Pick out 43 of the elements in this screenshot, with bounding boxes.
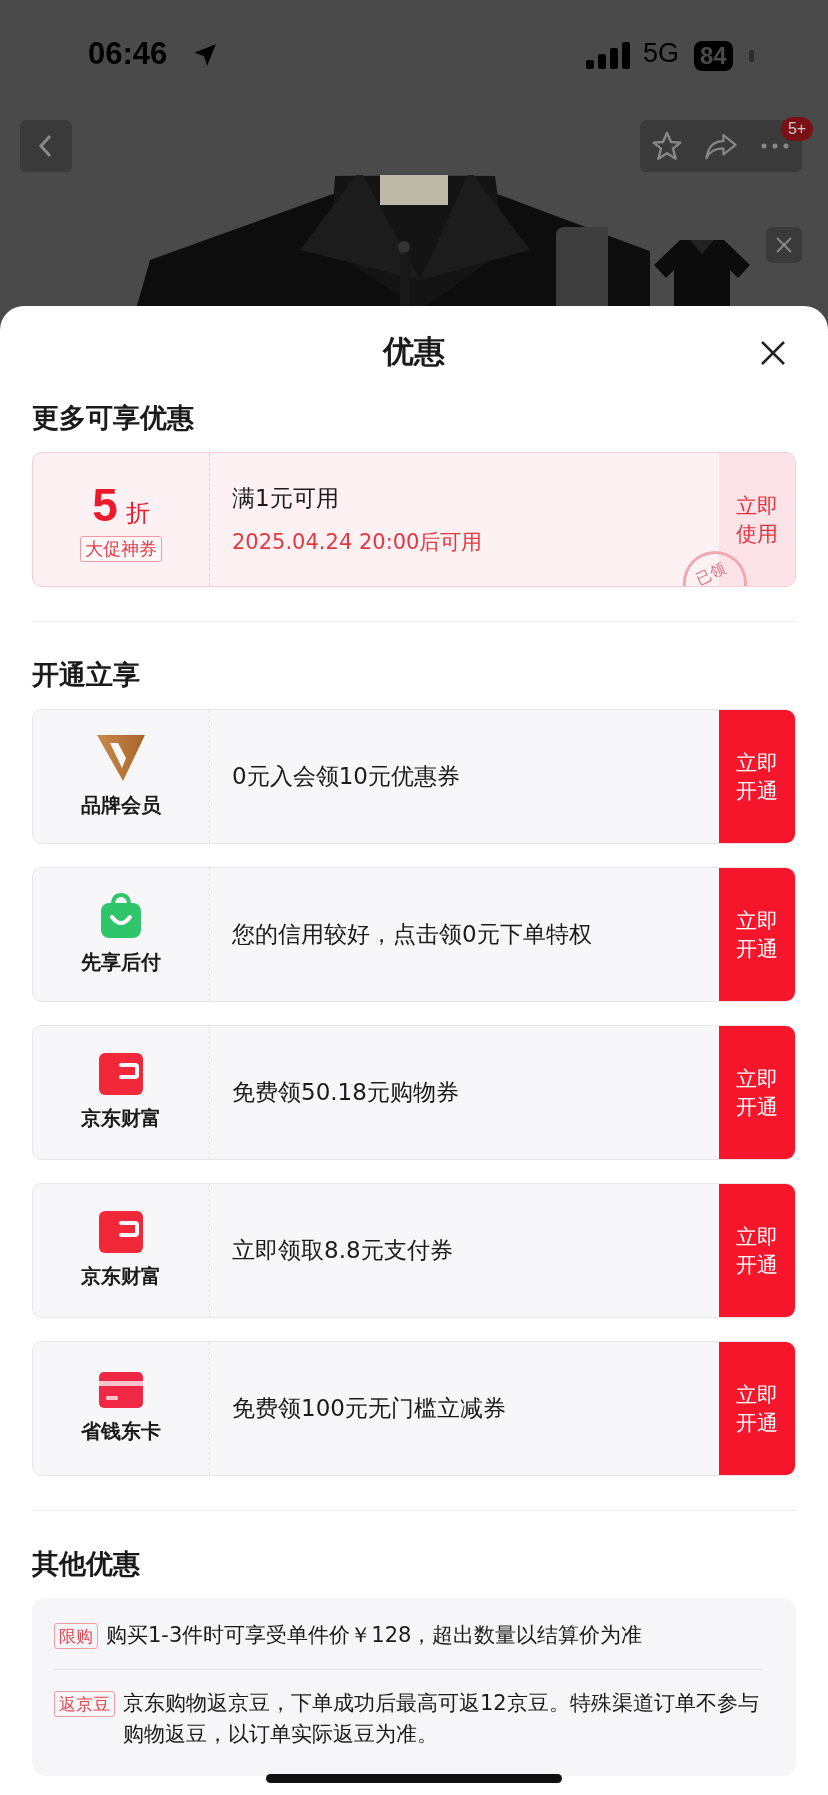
offer-tag: 限购 xyxy=(54,1623,98,1649)
benefit-description: 立即领取8.8元支付券 xyxy=(231,1236,454,1265)
offer-text: 购买1-3件时可享受单件价￥128，超出数量以结算价为准 xyxy=(106,1622,643,1649)
discount-value: 5 xyxy=(92,477,118,532)
coupon-condition: 满1元可用 xyxy=(232,484,340,513)
wallet-icon xyxy=(99,1211,143,1253)
benefit-description: 您的信用较好，点击领0元下单特权 xyxy=(231,920,593,949)
benefit-name: 品牌会员 xyxy=(81,792,161,819)
activate-button[interactable]: 立即开通 xyxy=(719,1184,795,1317)
benefit-name: 先享后付 xyxy=(81,949,161,976)
network-type: 5G xyxy=(643,38,680,69)
activate-button[interactable]: 立即开通 xyxy=(719,710,795,843)
section-title: 开通立享 xyxy=(32,658,141,692)
benefit-name: 京东财富 xyxy=(81,1263,161,1290)
signal-icon xyxy=(586,42,630,69)
offer-text: 京东购物返京豆，下单成功后最高可返12京豆。特殊渠道订单不参与购物返豆，以订单实际返豆为准。 xyxy=(123,1690,760,1748)
location-arrow-icon xyxy=(192,42,218,68)
status-time: 06:46 xyxy=(88,36,168,72)
notification-badge: 5+ xyxy=(781,117,813,141)
close-button[interactable] xyxy=(766,227,802,263)
benefit-name: 京东财富 xyxy=(81,1105,161,1132)
v-logo-icon xyxy=(96,734,146,782)
activate-button[interactable]: 立即开通 xyxy=(719,1026,795,1159)
card-icon xyxy=(99,1372,143,1408)
close-icon xyxy=(775,236,793,254)
activate-button[interactable]: 立即开通 xyxy=(719,1342,795,1475)
benefit-description: 免费领100元无门槛立减券 xyxy=(231,1394,507,1423)
offer-tag: 返京豆 xyxy=(54,1691,115,1717)
section-title: 其他优惠 xyxy=(32,1547,141,1581)
sheet-title: 优惠 xyxy=(383,332,445,371)
coupon-validity: 2025.04.24 20:00后可用 xyxy=(232,529,484,556)
section-title: 更多可享优惠 xyxy=(32,401,195,435)
battery-level: 84 xyxy=(694,41,733,71)
benefit-name: 省钱东卡 xyxy=(81,1418,161,1445)
benefit-description: 0元入会领10元优惠券 xyxy=(231,762,461,791)
coupon-tag: 大促神券 xyxy=(80,535,162,562)
activate-button[interactable]: 立即开通 xyxy=(719,868,795,1001)
discount-unit: 折 xyxy=(125,497,150,529)
wallet-icon xyxy=(99,1053,143,1095)
shopping-bag-icon xyxy=(100,893,142,939)
battery-tip-icon xyxy=(749,50,754,62)
benefit-description: 免费领50.18元购物券 xyxy=(231,1078,460,1107)
back-button[interactable] xyxy=(20,120,72,172)
